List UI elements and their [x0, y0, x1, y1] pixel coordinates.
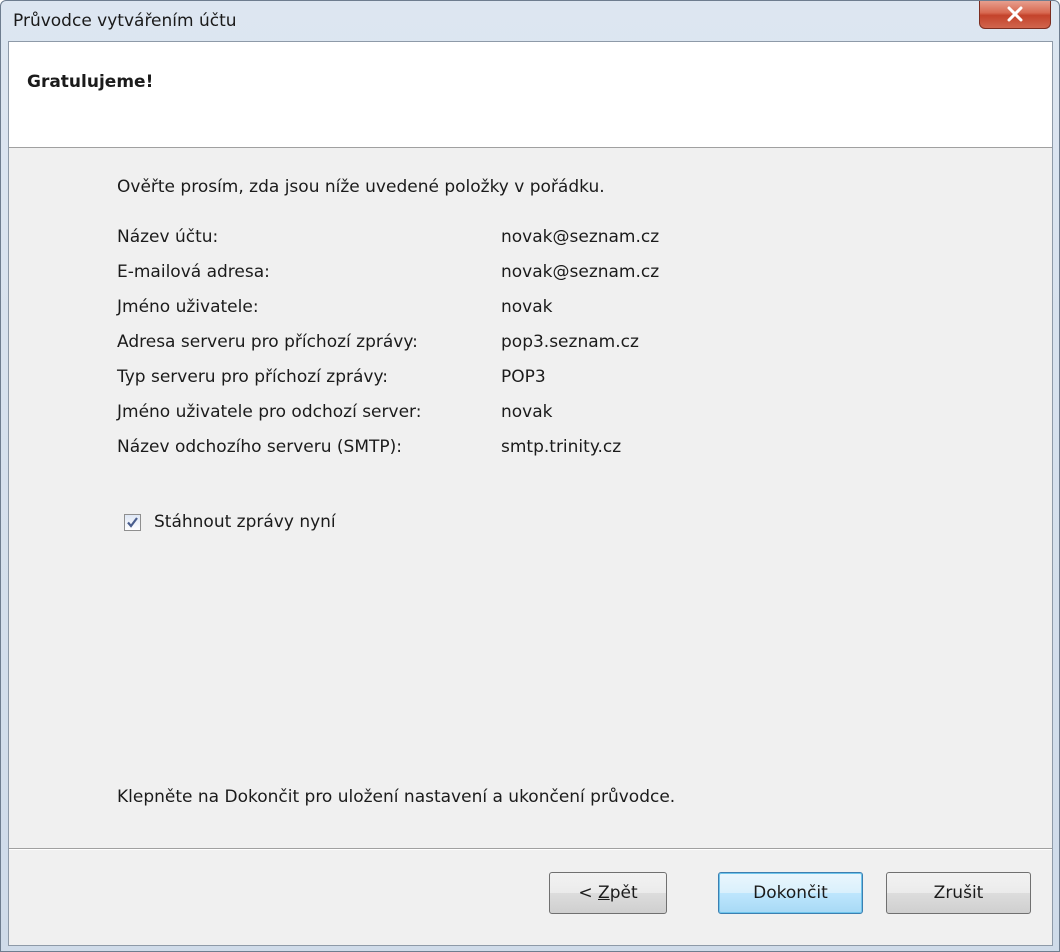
detail-value: novak@seznam.cz	[501, 227, 660, 247]
intro-text: Ověřte prosím, zda jsou níže uvedené pol…	[117, 177, 605, 197]
window-title: Průvodce vytvářením účtu	[13, 11, 237, 31]
footer-divider	[9, 848, 1052, 850]
detail-label: Název odchozího serveru (SMTP):	[117, 437, 402, 457]
wizard-client-area: Gratulujeme! Ověřte prosím, zda jsou níž…	[8, 41, 1053, 946]
back-button[interactable]: < Zpět	[549, 872, 667, 914]
title-bar: Průvodce vytvářením účtu	[1, 1, 1059, 41]
detail-value: novak@seznam.cz	[501, 262, 660, 282]
detail-value: smtp.trinity.cz	[501, 437, 622, 457]
detail-value: novak	[501, 402, 553, 422]
detail-label: Typ serveru pro příchozí zprávy:	[117, 367, 389, 387]
download-now-label[interactable]: Stáhnout zprávy nyní	[154, 512, 336, 532]
back-button-mnemonic: Z	[598, 883, 610, 903]
detail-label: Název účtu:	[117, 227, 219, 247]
detail-label: Jméno uživatele pro odchozí server:	[117, 402, 422, 422]
back-button-prefix: <	[578, 883, 599, 903]
wizard-header: Gratulujeme!	[9, 42, 1052, 148]
detail-value: POP3	[501, 367, 546, 387]
dialog-window: Průvodce vytvářením účtu Gratulujeme! Ov…	[0, 0, 1060, 952]
back-button-label: pět	[609, 883, 638, 903]
detail-value: pop3.seznam.cz	[501, 332, 639, 352]
finish-button[interactable]: Dokončit	[718, 872, 863, 914]
close-icon	[1007, 6, 1023, 22]
cancel-button[interactable]: Zrušit	[886, 872, 1031, 914]
download-now-checkbox[interactable]	[124, 514, 141, 531]
detail-label: Adresa serveru pro příchozí zprávy:	[117, 332, 418, 352]
checkmark-icon	[127, 517, 138, 528]
close-button[interactable]	[979, 1, 1051, 29]
detail-value: novak	[501, 297, 553, 317]
page-title: Gratulujeme!	[27, 72, 154, 92]
detail-label: E-mailová adresa:	[117, 262, 270, 282]
finish-note: Klepněte na Dokončit pro uložení nastave…	[117, 787, 676, 807]
detail-label: Jméno uživatele:	[117, 297, 259, 317]
